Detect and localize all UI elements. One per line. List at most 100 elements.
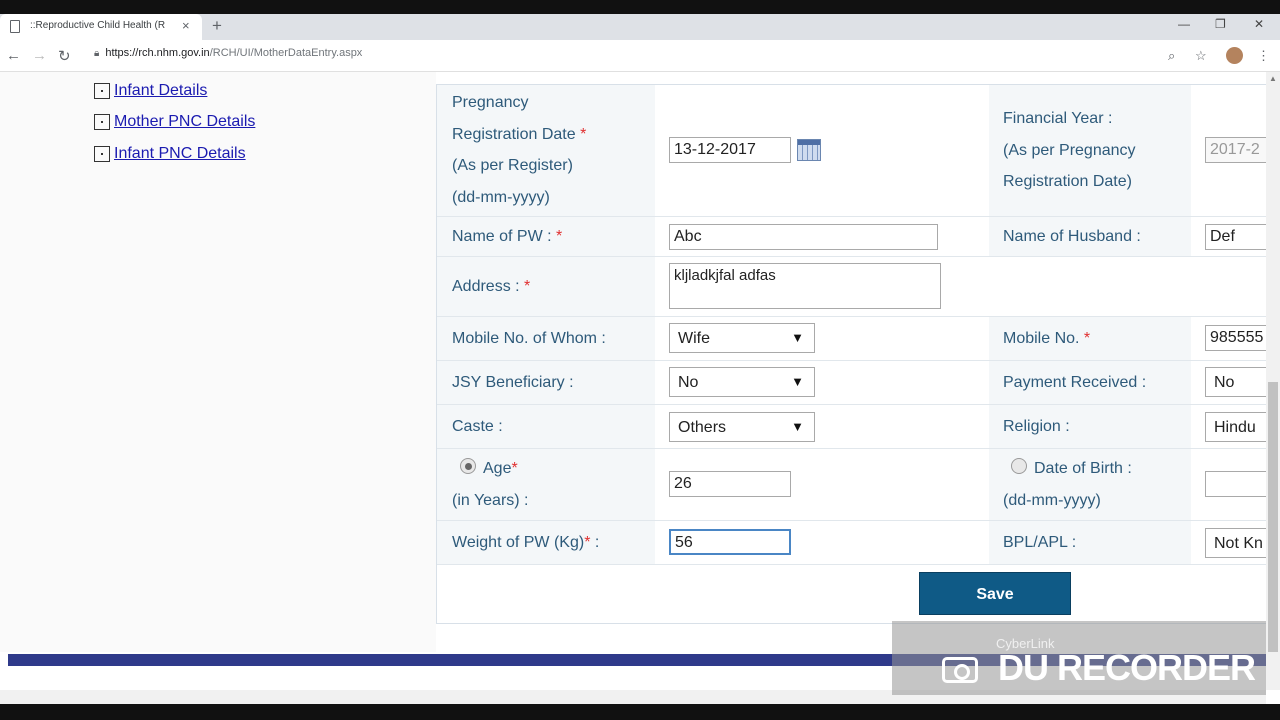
dob-sub-label: (dd-mm-yyyy) [1003, 492, 1101, 509]
dob-input[interactable] [1205, 471, 1275, 497]
form-row-weight: Weight of PW (Kg)* : 56 BPL/APL : Not Kn [437, 521, 1275, 565]
dob-radio[interactable] [1011, 458, 1027, 474]
forward-icon[interactable]: → [32, 47, 47, 64]
form-row-name: Name of PW : * Abc Name of Husband : Def [437, 217, 1275, 257]
registration-date-input[interactable]: 13-12-2017 [669, 137, 791, 163]
dropdown-arrow-icon: ▼ [791, 374, 804, 389]
bpl-apl-label: BPL/APL : [1003, 534, 1077, 551]
age-input[interactable]: 26 [669, 471, 791, 497]
calendar-icon[interactable] [797, 139, 821, 161]
address-textarea[interactable]: kljladkjfal adfas [669, 263, 941, 309]
tree-node-icon [94, 146, 110, 162]
weight-input[interactable]: 56 [669, 529, 791, 555]
screen-top-border [0, 0, 1280, 14]
age-sub-label: (in Years) : [452, 492, 529, 509]
mobile-no-input[interactable]: 985555 [1205, 325, 1275, 351]
financial-year-label: Financial Year : (As per Pregnancy Regis… [1003, 103, 1136, 198]
window-close-icon[interactable]: ✕ [1254, 17, 1264, 31]
form-row-jsy: JSY Beneficiary : No ▼ Payment Received :… [437, 361, 1275, 405]
form-row-caste: Caste : Others ▼ Religion : Hindu [437, 405, 1275, 449]
maximize-icon[interactable]: ❐ [1215, 17, 1226, 31]
label-line: Registration Date) [1003, 173, 1132, 190]
zoom-icon[interactable]: ⌕ [1168, 48, 1175, 64]
url-path: /RCH/UI/MotherDataEntry.aspx [209, 47, 363, 59]
selected-value: Not Kn [1214, 535, 1263, 552]
address-label: Address : * [452, 271, 530, 303]
mobile-whom-select[interactable]: Wife ▼ [669, 323, 815, 353]
browser-tab[interactable]: ::Reproductive Child Health (R × [0, 14, 202, 40]
religion-select[interactable]: Hindu [1205, 412, 1275, 442]
payment-received-label: Payment Received : [1003, 374, 1147, 391]
mobile-whom-label: Mobile No. of Whom : [452, 330, 606, 347]
label-text: Registration Date [452, 125, 576, 143]
dob-label: Date of Birth : [1034, 460, 1132, 477]
bpl-apl-select[interactable]: Not Kn [1205, 528, 1275, 558]
address-bar: ← → ↻ 🔒︎ https://rch.nhm.gov.in/RCH/UI/Mo… [0, 40, 1280, 72]
selected-value: No [678, 374, 699, 391]
religion-label: Religion : [1003, 418, 1070, 435]
form-row-age: Age* (in Years) : 26 Date of Birth : (dd… [437, 449, 1275, 521]
profile-avatar[interactable] [1226, 47, 1243, 64]
age-radio[interactable] [460, 458, 476, 474]
tree-node-icon [94, 114, 110, 130]
selected-value: Wife [678, 330, 710, 347]
mobile-no-label: Mobile No. * [1003, 323, 1090, 355]
required-mark: * [556, 228, 563, 245]
tree-node-icon [94, 83, 110, 99]
caste-select[interactable]: Others ▼ [669, 412, 815, 442]
form-row-registration-date: Pregnancy Registration Date * (As per Re… [437, 85, 1275, 217]
tab-title: ::Reproductive Child Health (R [30, 20, 166, 31]
label-line: Pregnancy [452, 94, 529, 111]
vertical-scrollbar[interactable]: ▲ [1266, 72, 1280, 690]
name-pw-input[interactable]: Abc [669, 224, 938, 250]
jsy-label: JSY Beneficiary : [452, 374, 574, 391]
back-icon[interactable]: ← [6, 47, 21, 64]
dropdown-arrow-icon: ▼ [791, 330, 804, 345]
tab-close-icon[interactable]: × [182, 18, 190, 33]
selected-value: No [1214, 374, 1235, 391]
husband-name-label: Name of Husband : [1003, 228, 1141, 245]
recorder-watermark: CyberLink DU RECORDER [892, 621, 1266, 695]
screen-bottom-border [0, 704, 1280, 720]
reload-icon[interactable]: ↻ [58, 47, 71, 65]
label-line: Financial Year : [1003, 110, 1113, 127]
watermark-title: DU RECORDER [998, 647, 1256, 688]
url-field[interactable]: 🔒︎ https://rch.nhm.gov.in/RCH/UI/MotherDa… [94, 47, 362, 59]
new-tab-icon[interactable]: + [212, 16, 222, 36]
browser-tab-strip: ::Reproductive Child Health (R × + — ❐ ✕ [0, 14, 1280, 40]
save-button[interactable]: Save [919, 572, 1071, 615]
label-line: Registration Date * [452, 119, 586, 151]
form-row-mobile: Mobile No. of Whom : Wife ▼ Mobile No. * … [437, 317, 1275, 361]
left-panel: Infant Details Mother PNC Details Infant… [0, 72, 436, 652]
scroll-up-icon[interactable]: ▲ [1269, 74, 1277, 83]
page-content: Infant Details Mother PNC Details Infant… [0, 72, 1280, 690]
page-icon [10, 20, 20, 33]
payment-received-select[interactable]: No [1205, 367, 1275, 397]
mother-registration-form: Pregnancy Registration Date * (As per Re… [436, 84, 1275, 624]
label-text: Address : [452, 278, 525, 295]
sidebar-item-label[interactable]: Mother PNC Details [114, 113, 255, 130]
label-text: : [590, 534, 600, 551]
sidebar-item-mother-pnc-details[interactable]: Mother PNC Details [94, 113, 255, 133]
sidebar-item-label[interactable]: Infant Details [114, 82, 207, 99]
camera-icon [942, 657, 978, 683]
sidebar-item-infant-details[interactable]: Infant Details [94, 82, 207, 102]
name-pw-label: Name of PW : * [452, 221, 562, 253]
sidebar-item-label[interactable]: Infant PNC Details [114, 145, 246, 162]
minimize-icon[interactable]: — [1178, 17, 1190, 31]
required-mark: * [511, 460, 518, 477]
caste-label: Caste : [452, 418, 503, 435]
sidebar-item-infant-pnc-details[interactable]: Infant PNC Details [94, 145, 246, 165]
label-text: Weight of PW (Kg) [452, 534, 585, 551]
jsy-select[interactable]: No ▼ [669, 367, 815, 397]
label-line: (dd-mm-yyyy) [452, 188, 550, 206]
age-label: Age* [483, 453, 518, 485]
required-mark: * [1083, 330, 1091, 347]
husband-name-input[interactable]: Def [1205, 224, 1275, 250]
dropdown-arrow-icon: ▼ [791, 419, 804, 434]
scrollbar-thumb[interactable] [1268, 382, 1278, 652]
bookmark-star-icon[interactable]: ☆ [1195, 48, 1207, 64]
label-line: (As per Pregnancy [1003, 141, 1136, 159]
menu-icon[interactable]: ⋮ [1257, 48, 1270, 64]
financial-year-input[interactable]: 2017-2 [1205, 137, 1275, 163]
